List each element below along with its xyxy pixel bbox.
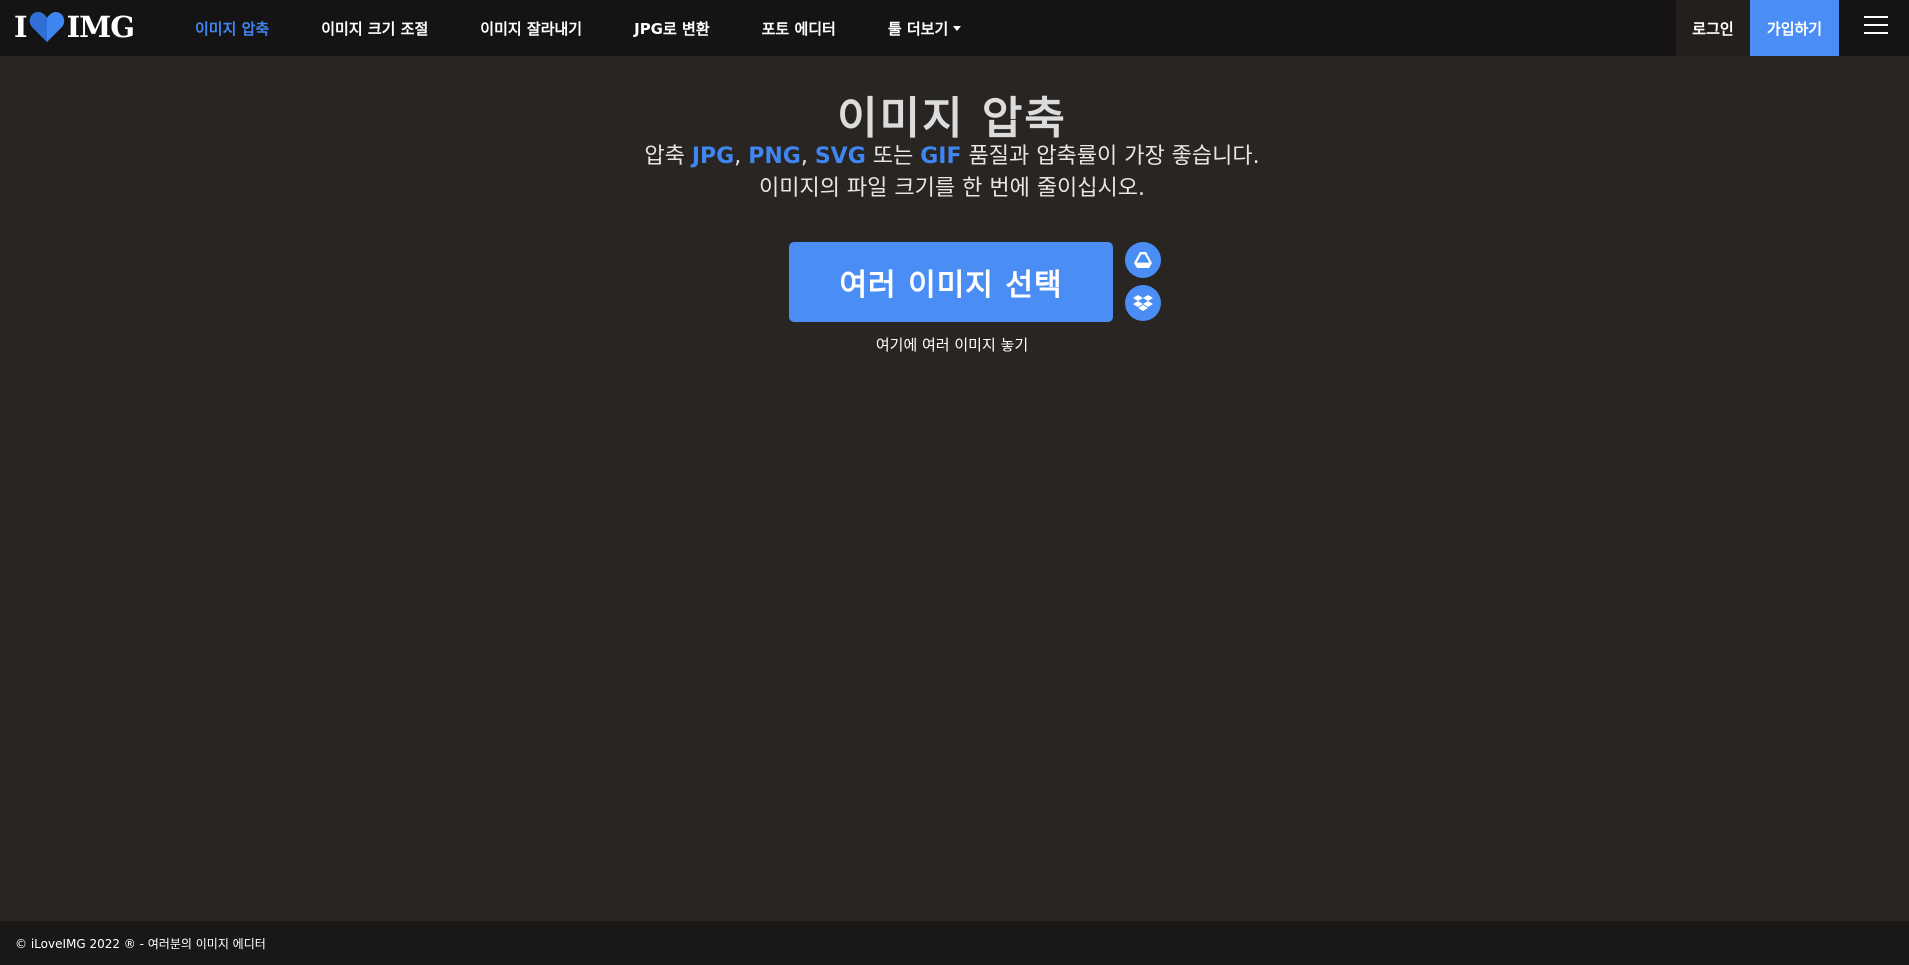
top-navigation-bar: I IMG 이미지 압축 이미지 크기 조절 이미지 잘라내기 JPG로 변환 … — [0, 0, 1909, 56]
nav-photo-editor[interactable]: 포토 에디터 — [762, 18, 836, 39]
logo-text: IMG — [66, 10, 135, 44]
hamburger-menu-icon[interactable] — [1864, 16, 1888, 36]
ilovimg-logo[interactable]: I IMG — [14, 10, 135, 44]
subtitle-or: 또는 — [872, 144, 914, 169]
heart-icon — [29, 12, 64, 42]
select-images-button[interactable]: 여러 이미지 선택 — [789, 242, 1113, 322]
nav-label: 툴 더보기 — [887, 19, 949, 38]
nav-more-tools[interactable]: 툴 더보기 — [887, 18, 962, 39]
drop-zone-hint: 여기에 여러 이미지 놓기 — [875, 336, 1029, 354]
nav-resize-image[interactable]: 이미지 크기 조절 — [321, 18, 428, 39]
nav-label: 이미지 잘라내기 — [480, 19, 583, 38]
dropbox-icon — [1133, 295, 1153, 311]
format-png: PNG — [748, 144, 801, 169]
page-title: 이미지 압축 — [837, 93, 1067, 144]
signup-button[interactable]: 가입하기 — [1750, 0, 1839, 56]
chevron-down-icon — [953, 25, 962, 31]
subtitle-suffix: 품질과 압축률이 가장 좋습니다. — [968, 144, 1260, 169]
main-nav: 이미지 압축 이미지 크기 조절 이미지 잘라내기 JPG로 변환 포토 에디터… — [195, 0, 1013, 56]
nav-crop-image[interactable]: 이미지 잘라내기 — [480, 18, 582, 39]
subtitle-line-2: 이미지의 파일 크기를 한 번에 줄이십시오. — [758, 176, 1146, 201]
logo-letter: I — [14, 10, 28, 44]
nav-label: 이미지 크기 조절 — [321, 19, 429, 38]
login-button[interactable]: 로그인 — [1676, 0, 1750, 56]
nav-label: 이미지 압축 — [195, 19, 270, 38]
google-drive-icon — [1134, 252, 1152, 268]
subtitle-prefix: 압축 — [644, 144, 685, 169]
google-drive-button[interactable] — [1125, 242, 1161, 278]
format-jpg: JPG — [691, 144, 735, 169]
nav-label: 포토 에디터 — [761, 19, 836, 38]
nav-compress-image[interactable]: 이미지 압축 — [195, 18, 269, 39]
subtitle-line-1: 압축 JPG, PNG, SVG 또는 GIF 품질과 압축률이 가장 좋습니다… — [644, 144, 1260, 169]
dropbox-button[interactable] — [1125, 285, 1161, 321]
nav-label: JPG로 변환 — [634, 19, 710, 38]
nav-convert-to-jpg[interactable]: JPG로 변환 — [634, 18, 710, 39]
format-svg: SVG — [814, 144, 866, 169]
footer: © iLoveIMG 2022 ® - 여러분의 이미지 에디터 — [0, 921, 1909, 965]
page-subtitle: 압축 JPG, PNG, SVG 또는 GIF 품질과 압축률이 가장 좋습니다… — [0, 141, 1904, 205]
format-gif: GIF — [920, 144, 962, 169]
footer-copyright: © iLoveIMG 2022 ® - 여러분의 이미지 에디터 — [15, 936, 266, 951]
